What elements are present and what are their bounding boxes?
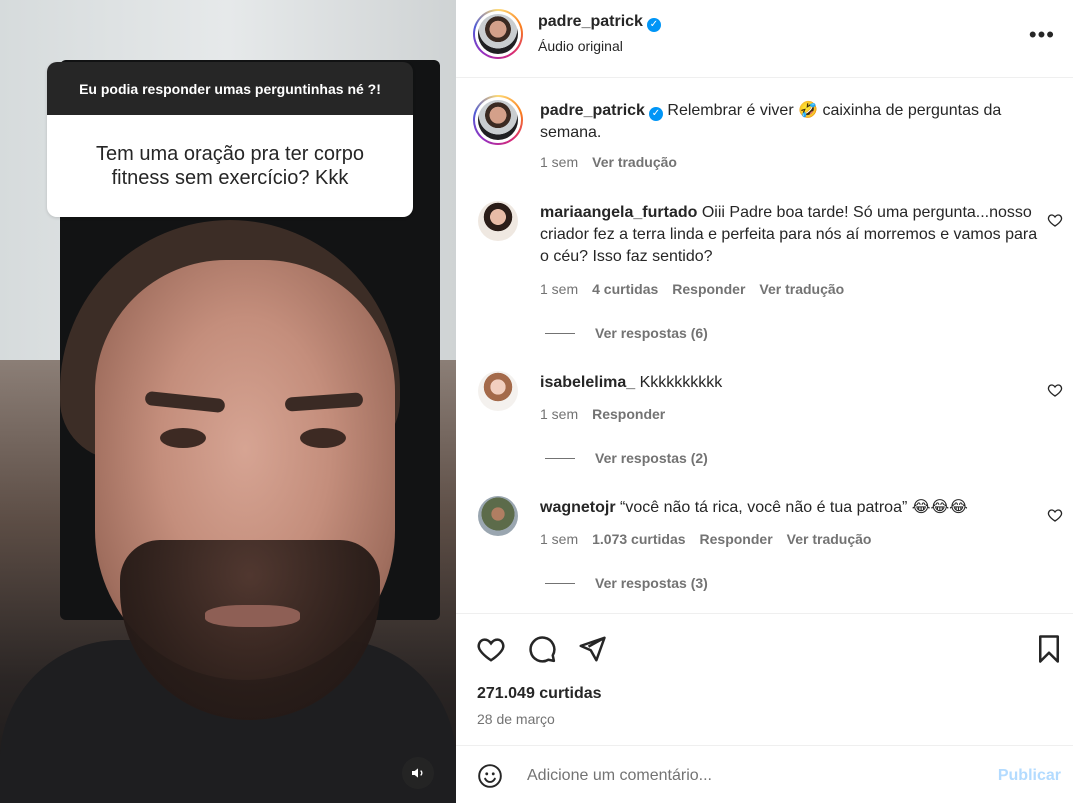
- comment-reply-link[interactable]: Responder: [700, 531, 773, 547]
- view-replies-label: Ver respostas (2): [595, 450, 708, 466]
- comment-likes[interactable]: 1.073 curtidas: [592, 531, 685, 547]
- comment-username[interactable]: isabelelima_: [540, 374, 635, 391]
- comment-avatar[interactable]: [478, 371, 518, 411]
- comment-input[interactable]: Adicione um comentário...: [527, 767, 712, 785]
- comment-text-block: isabelelima_ Kkkkkkkkkk: [540, 372, 1040, 394]
- comments-list: padre_patrick ✓ Relembrar é viver 🤣 caixi…: [456, 78, 1073, 613]
- author-avatar[interactable]: [473, 9, 523, 59]
- comment-meta: 1 sem 4 curtidas Responder Ver tradução: [540, 281, 844, 297]
- caption-author-avatar[interactable]: [473, 95, 523, 145]
- view-replies-label: Ver respostas (3): [595, 575, 708, 591]
- save-bookmark-icon[interactable]: [1034, 634, 1064, 664]
- verified-badge-icon: ✓: [648, 107, 663, 121]
- view-replies-button[interactable]: Ver respostas (2): [545, 450, 708, 466]
- comment-text-block: mariaangela_furtado Oiii Padre boa tarde…: [540, 202, 1040, 268]
- view-replies-button[interactable]: Ver respostas (3): [545, 575, 708, 591]
- publish-button[interactable]: Publicar: [998, 767, 1061, 785]
- post-side-panel: padre_patrick ✓ Áudio original ••• padre_…: [456, 0, 1073, 803]
- verified-badge-icon: ✓: [646, 18, 661, 32]
- comment-reply-link[interactable]: Responder: [672, 281, 745, 297]
- comment-body: “você não tá rica, você não é tua patroa…: [620, 499, 968, 516]
- comment-reply-link[interactable]: Responder: [592, 406, 665, 422]
- speaker-icon: [412, 768, 423, 778]
- post-like-count[interactable]: 271.049 curtidas: [477, 685, 602, 703]
- post-header: padre_patrick ✓ Áudio original •••: [456, 0, 1073, 78]
- comment-meta: 1 sem Responder: [540, 406, 665, 422]
- comment-like-heart-icon[interactable]: [1047, 212, 1063, 228]
- comment-username[interactable]: wagnetojr: [540, 499, 616, 516]
- caption-text-block: padre_patrick ✓ Relembrar é viver 🤣 caixi…: [540, 100, 1040, 144]
- person-mouth: [205, 605, 300, 627]
- sound-toggle-button[interactable]: [402, 757, 434, 789]
- caption-translate-link[interactable]: Ver tradução: [592, 154, 677, 170]
- comment-time[interactable]: 1 sem: [540, 281, 578, 297]
- comment-avatar[interactable]: [478, 201, 518, 241]
- comment-like-heart-icon[interactable]: [1047, 382, 1063, 398]
- emoji-smiley-icon[interactable]: [477, 763, 503, 789]
- replies-divider: [545, 457, 575, 459]
- author-username[interactable]: padre_patrick: [538, 13, 643, 30]
- comment-likes[interactable]: 4 curtidas: [592, 281, 658, 297]
- replies-divider: [545, 582, 575, 584]
- comment-time[interactable]: 1 sem: [540, 406, 578, 422]
- question-sticker: Eu podia responder umas perguntinhas né …: [47, 62, 413, 217]
- question-sticker-text: Tem uma oração pra ter corpo fitness sem…: [47, 115, 413, 217]
- question-sticker-header: Eu podia responder umas perguntinhas né …: [47, 62, 413, 115]
- caption-time[interactable]: 1 sem: [540, 154, 578, 170]
- comment-avatar[interactable]: [478, 496, 518, 536]
- like-heart-icon[interactable]: [476, 634, 506, 664]
- comment-text-block: wagnetojr “você não tá rica, você não é …: [540, 497, 1040, 519]
- view-replies-label: Ver respostas (6): [595, 325, 708, 341]
- comment-translate-link[interactable]: Ver tradução: [759, 281, 844, 297]
- audio-label[interactable]: Áudio original: [538, 38, 623, 54]
- comment-bubble-icon[interactable]: [527, 634, 557, 664]
- caption-meta: 1 sem Ver tradução: [540, 154, 677, 170]
- comment-like-heart-icon[interactable]: [1047, 507, 1063, 523]
- post-actions-bar: 271.049 curtidas 28 de março: [456, 613, 1073, 745]
- comment-translate-link[interactable]: Ver tradução: [787, 531, 872, 547]
- comment-body: Kkkkkkkkkk: [639, 374, 723, 391]
- share-paper-plane-icon[interactable]: [577, 634, 607, 664]
- left-eye: [160, 428, 206, 448]
- comment-meta: 1 sem 1.073 curtidas Responder Ver tradu…: [540, 531, 871, 547]
- post-date[interactable]: 28 de março: [477, 711, 555, 727]
- more-options-icon[interactable]: •••: [1029, 24, 1055, 46]
- replies-divider: [545, 332, 575, 334]
- post-media[interactable]: Eu podia responder umas perguntinhas né …: [0, 0, 456, 803]
- right-eye: [300, 428, 346, 448]
- view-replies-button[interactable]: Ver respostas (6): [545, 325, 708, 341]
- comment-username[interactable]: mariaangela_furtado: [540, 204, 697, 221]
- caption-username[interactable]: padre_patrick: [540, 102, 645, 119]
- comment-compose-bar: Adicione um comentário... Publicar: [456, 745, 1073, 803]
- comment-time[interactable]: 1 sem: [540, 531, 578, 547]
